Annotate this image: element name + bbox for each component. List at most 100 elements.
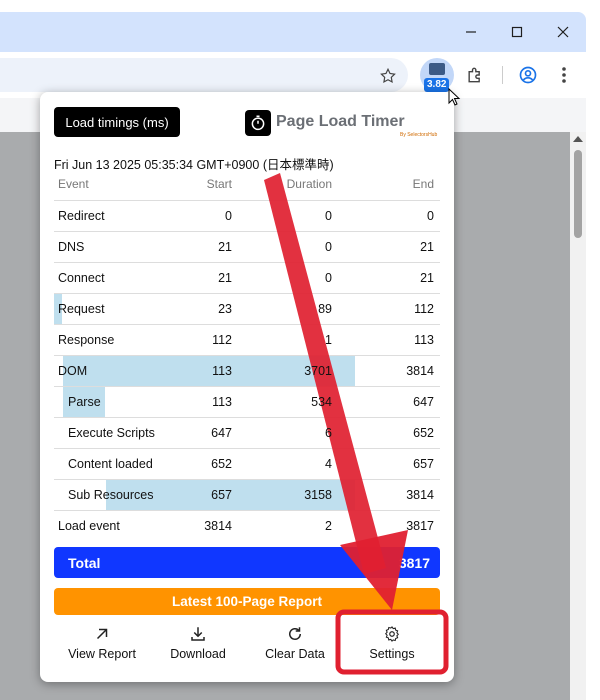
browser-menu-button[interactable] (547, 58, 581, 92)
duration-value: 0 (325, 270, 332, 285)
table-row: Content loaded 652 4 657 (54, 448, 440, 480)
page-load-timer-extension-button[interactable]: 3.82 (420, 58, 454, 92)
page-load-timer-logo: Page Load Timer By SelectorsHub (245, 110, 440, 140)
duration-value: 4 (325, 456, 332, 471)
start-value: 657 (211, 487, 232, 502)
download-button[interactable]: Download (150, 622, 246, 668)
end-value: 112 (414, 301, 434, 316)
arrow-up-right-icon (96, 628, 108, 640)
close-window-button[interactable] (540, 12, 586, 52)
extensions-puzzle-button[interactable] (458, 58, 492, 92)
end-value: 652 (413, 425, 434, 440)
duration-value: 6 (325, 425, 332, 440)
total-label: Total (68, 555, 101, 571)
header-start: Start (169, 169, 238, 201)
end-value: 3814 (406, 487, 434, 502)
maximize-icon (511, 26, 523, 38)
start-value: 112 (212, 332, 232, 347)
stopwatch-icon (245, 110, 271, 136)
address-bar[interactable] (0, 58, 408, 92)
duration-value: 3701 (304, 363, 332, 378)
view-report-label: View Report (68, 647, 136, 661)
puzzle-icon (468, 67, 480, 83)
table-row: Request 23 89 112 (54, 293, 440, 325)
table-row: DOM 113 3701 3814 (54, 355, 440, 387)
event-name: Load event (58, 518, 120, 533)
logo-title: Page Load Timer (276, 113, 405, 130)
start-value: 21 (218, 270, 232, 285)
end-value: 3814 (406, 363, 434, 378)
event-name: Request (58, 301, 105, 316)
refresh-icon (289, 627, 301, 640)
event-name: Connect (58, 270, 105, 285)
page-load-timer-popup: Load timings (ms) Page Load Timer By Sel… (40, 92, 454, 682)
end-value: 21 (420, 270, 434, 285)
start-value: 113 (212, 394, 232, 409)
maximize-button[interactable] (494, 12, 540, 52)
close-icon (557, 26, 569, 38)
event-name: DOM (58, 363, 88, 378)
duration-value: 89 (318, 301, 332, 316)
event-name: Parse (68, 394, 101, 409)
timings-table: Event Start Duration End Redirect 0 0 0 … (54, 169, 440, 541)
total-row: Total 3817 (54, 547, 440, 578)
event-name: DNS (58, 239, 85, 254)
start-value: 0 (225, 208, 232, 223)
clear-data-button[interactable]: Clear Data (247, 622, 343, 668)
latest-report-button[interactable]: Latest 100-Page Report (54, 588, 440, 615)
profile-button[interactable] (511, 58, 545, 92)
event-name: Content loaded (68, 456, 153, 471)
mouse-cursor-icon (448, 88, 461, 106)
download-label: Download (170, 647, 226, 661)
page-scrollbar[interactable] (570, 132, 586, 700)
header-duration: Duration (238, 169, 338, 201)
settings-button[interactable]: Settings (344, 622, 440, 668)
extension-badge: 3.82 (424, 78, 450, 92)
table-row: Connect 21 0 21 (54, 262, 440, 294)
duration-value: 3158 (304, 487, 332, 502)
start-value: 652 (211, 456, 232, 471)
table-row: Redirect 0 0 0 (54, 200, 440, 232)
start-value: 647 (211, 425, 232, 440)
event-name: Redirect (58, 208, 105, 223)
extension-logo-icon (429, 63, 445, 75)
header-end: End (338, 169, 440, 201)
table-row: Execute Scripts 647 6 652 (54, 417, 440, 449)
kebab-menu-icon (562, 67, 566, 83)
load-timings-button[interactable]: Load timings (ms) (54, 107, 180, 137)
gear-icon (384, 626, 400, 642)
duration-value: 2 (325, 518, 332, 533)
toolbar-divider (502, 66, 503, 84)
end-value: 3817 (406, 518, 434, 533)
end-value: 21 (420, 239, 434, 254)
duration-value: 0 (325, 239, 332, 254)
view-report-button[interactable]: View Report (54, 622, 150, 668)
bookmark-star-icon[interactable] (376, 64, 400, 88)
table-row: Response 112 1 113 (54, 324, 440, 356)
start-value: 3814 (204, 518, 232, 533)
action-bar: View Report Download Clear Data Settings (54, 622, 440, 668)
duration-value: 0 (325, 208, 332, 223)
table-row: DNS 21 0 21 (54, 231, 440, 263)
event-name: Sub Resources (68, 487, 154, 502)
start-value: 21 (218, 239, 232, 254)
duration-value: 1 (325, 332, 332, 347)
scroll-thumb[interactable] (574, 150, 582, 238)
end-value: 657 (413, 456, 434, 471)
settings-label: Settings (369, 647, 415, 661)
browser-titlebar (0, 12, 586, 52)
end-value: 0 (427, 208, 434, 223)
profile-icon (519, 66, 537, 84)
end-value: 113 (414, 332, 434, 347)
scroll-up-arrow-icon[interactable] (573, 136, 583, 142)
table-row: Load event 3814 2 3817 (54, 510, 440, 541)
duration-value: 534 (311, 394, 332, 409)
table-row: Sub Resources 657 3158 3814 (54, 479, 440, 511)
end-value: 647 (413, 394, 434, 409)
desktop-background (586, 12, 600, 700)
header-event: Event (54, 169, 169, 201)
clear-data-label: Clear Data (265, 647, 325, 661)
minimize-button[interactable] (448, 12, 494, 52)
start-value: 23 (218, 301, 232, 316)
table-row: Parse 113 534 647 (54, 386, 440, 418)
